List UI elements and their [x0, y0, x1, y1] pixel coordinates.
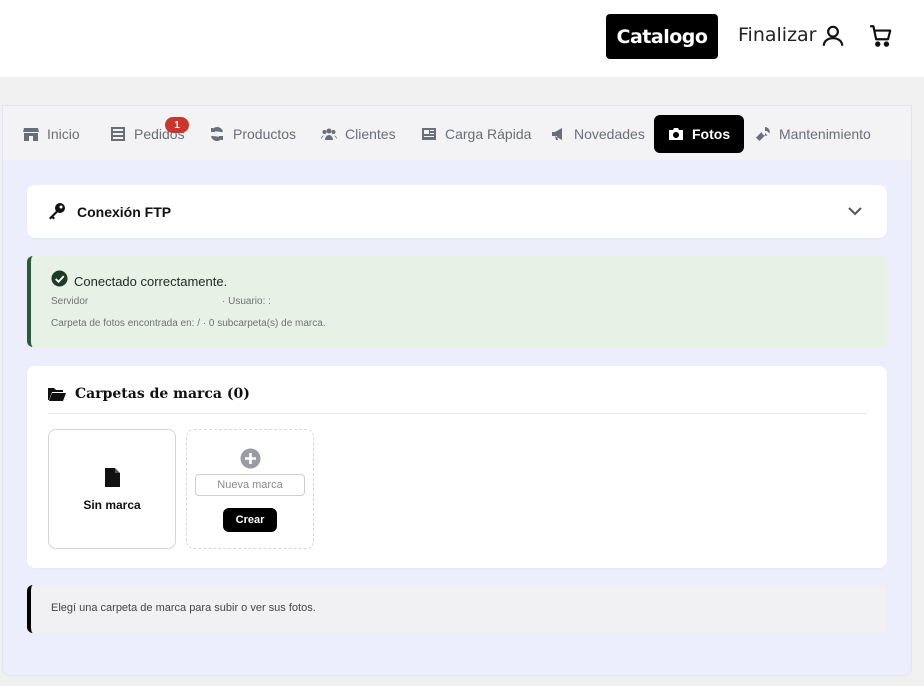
finalizar-link[interactable]: Finalizar	[738, 24, 817, 46]
tab-inicio[interactable]: Inicio	[23, 115, 80, 153]
carpeta-info: Carpeta de fotos encontrada en: / · 0 su…	[51, 318, 326, 329]
tab-mantenimiento[interactable]: Mantenimiento	[755, 115, 871, 153]
pedidos-count-badge: 1	[165, 117, 189, 133]
key-icon	[49, 203, 65, 220]
sync-icon	[211, 126, 223, 142]
tab-label: Mantenimiento	[779, 126, 871, 142]
tab-label: Fotos	[692, 126, 731, 142]
tab-label: Inicio	[47, 126, 80, 142]
tab-label: Novedades	[574, 126, 645, 142]
tab-clientes[interactable]: Clientes	[321, 115, 396, 153]
top-header: Catalogo Finalizar	[0, 0, 924, 77]
tab-carga-rapida[interactable]: Carga Rápida	[421, 115, 531, 153]
tab-label: Productos	[233, 126, 297, 142]
crear-button[interactable]: Crear	[223, 508, 277, 532]
tab-novedades[interactable]: Novedades	[550, 115, 645, 153]
user-icon[interactable]	[820, 23, 846, 49]
main-panel: Inicio Pedidos 1 Productos Clientes Carg…	[2, 105, 912, 676]
nueva-marca-input[interactable]	[195, 474, 305, 496]
plus-circle-icon	[240, 448, 261, 469]
users-icon	[321, 128, 337, 140]
megaphone-icon	[552, 128, 562, 140]
check-circle-icon	[51, 270, 68, 287]
status-title: Conectado correctamente.	[74, 274, 228, 289]
tab-bar: Inicio Pedidos 1 Productos Clientes Carg…	[3, 106, 911, 160]
tab-productos[interactable]: Productos	[209, 115, 296, 153]
tab-fotos[interactable]: Fotos	[654, 115, 745, 153]
folders-title: Carpetas de marca (0)	[75, 386, 250, 402]
tab-label: Clientes	[345, 126, 396, 142]
folder-open-icon	[48, 388, 66, 401]
catalogo-button[interactable]: Catalogo	[606, 14, 718, 59]
tab-label: Carga Rápida	[445, 126, 532, 142]
newspaper-icon	[422, 128, 436, 140]
sin-marca-label: Sin marca	[83, 498, 141, 512]
connection-status-alert: Conectado correctamente. Servidor · Usua…	[27, 256, 887, 347]
list-icon	[111, 127, 125, 141]
sin-marca-folder-tile[interactable]: Sin marca	[48, 429, 176, 549]
cart-icon[interactable]	[868, 23, 894, 49]
wrench-icon	[756, 127, 770, 141]
hint-text: Elegí una carpeta de marca para subir o …	[51, 602, 316, 614]
divider	[48, 413, 866, 414]
ftp-connection-card[interactable]: Conexión FTP	[27, 185, 887, 238]
store-icon	[23, 128, 39, 141]
select-folder-hint: Elegí una carpeta de marca para subir o …	[27, 585, 887, 633]
chevron-down-icon[interactable]	[847, 203, 863, 219]
brand-folders-card: Carpetas de marca (0) Sin marca Crear	[27, 366, 887, 568]
usuario-label: · Usuario: :	[222, 296, 271, 307]
file-icon	[105, 468, 120, 487]
servidor-label: Servidor	[51, 296, 89, 307]
camera-icon	[669, 128, 683, 140]
new-brand-tile: Crear	[186, 429, 314, 549]
ftp-title: Conexión FTP	[77, 204, 172, 220]
